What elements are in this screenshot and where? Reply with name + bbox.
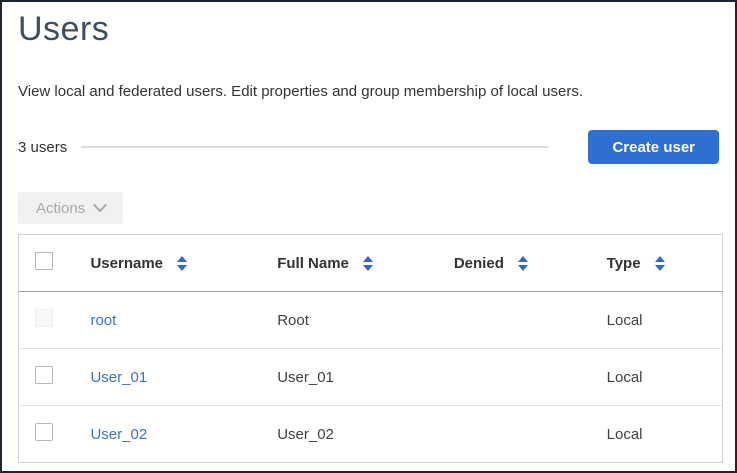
- type-cell: Local: [590, 291, 723, 349]
- row-checkbox-cell: [19, 406, 75, 463]
- denied-cell: [438, 406, 591, 463]
- row-checkbox: [35, 309, 53, 327]
- fullname-cell: User_01: [261, 348, 438, 406]
- table-row: root Root Local: [18, 291, 723, 349]
- users-page: Users View local and federated users. Ed…: [2, 10, 735, 463]
- count-row: 3 users Create user: [18, 130, 719, 164]
- actions-button-label: Actions: [36, 199, 86, 217]
- create-user-button[interactable]: Create user: [588, 130, 719, 164]
- denied-cell: [437, 291, 591, 349]
- row-checkbox[interactable]: [35, 366, 53, 384]
- type-cell: Local: [590, 348, 723, 406]
- sort-arrows-icon[interactable]: [177, 255, 188, 271]
- page-description: View local and federated users. Edit pro…: [18, 83, 584, 100]
- column-header-username: Username: [74, 234, 262, 292]
- column-label: Full Name: [277, 254, 349, 272]
- denied-cell: [437, 348, 591, 406]
- column-label: Type: [606, 254, 641, 272]
- username-link[interactable]: User_01: [90, 369, 147, 386]
- actions-button[interactable]: Actions: [18, 192, 124, 224]
- type-cell: Local: [606, 425, 643, 443]
- table-row: User_01 User_01 Local: [18, 348, 723, 406]
- column-label: Username: [90, 254, 164, 272]
- fullname-cell: Root: [261, 291, 438, 349]
- chevron-down-icon: [93, 198, 108, 213]
- table-row: User_02 User_02 Local: [19, 406, 723, 463]
- users-table: Username Full Name Denied Type root Root…: [18, 234, 723, 463]
- username-link[interactable]: User_02: [90, 426, 147, 443]
- username-link[interactable]: root: [90, 312, 116, 329]
- header-checkbox-cell: [18, 234, 75, 292]
- row-checkbox-cell: [18, 291, 75, 349]
- table-header-row: Username Full Name Denied Type: [18, 234, 723, 292]
- row-checkbox-cell: [18, 348, 75, 406]
- divider: [81, 146, 549, 148]
- column-label: Denied: [453, 254, 504, 272]
- sort-arrows-icon[interactable]: [654, 255, 665, 271]
- user-count-label: 3 users: [18, 138, 68, 156]
- select-all-checkbox[interactable]: [35, 252, 53, 270]
- column-header-denied: Denied: [437, 234, 591, 292]
- column-header-type: Type: [590, 234, 723, 292]
- column-header-fullname: Full Name: [261, 234, 438, 292]
- page-title: Users: [18, 10, 110, 48]
- sort-arrows-icon[interactable]: [362, 255, 373, 271]
- sort-arrows-icon[interactable]: [517, 255, 528, 271]
- row-checkbox[interactable]: [35, 423, 53, 441]
- fullname-cell: User_02: [277, 425, 334, 443]
